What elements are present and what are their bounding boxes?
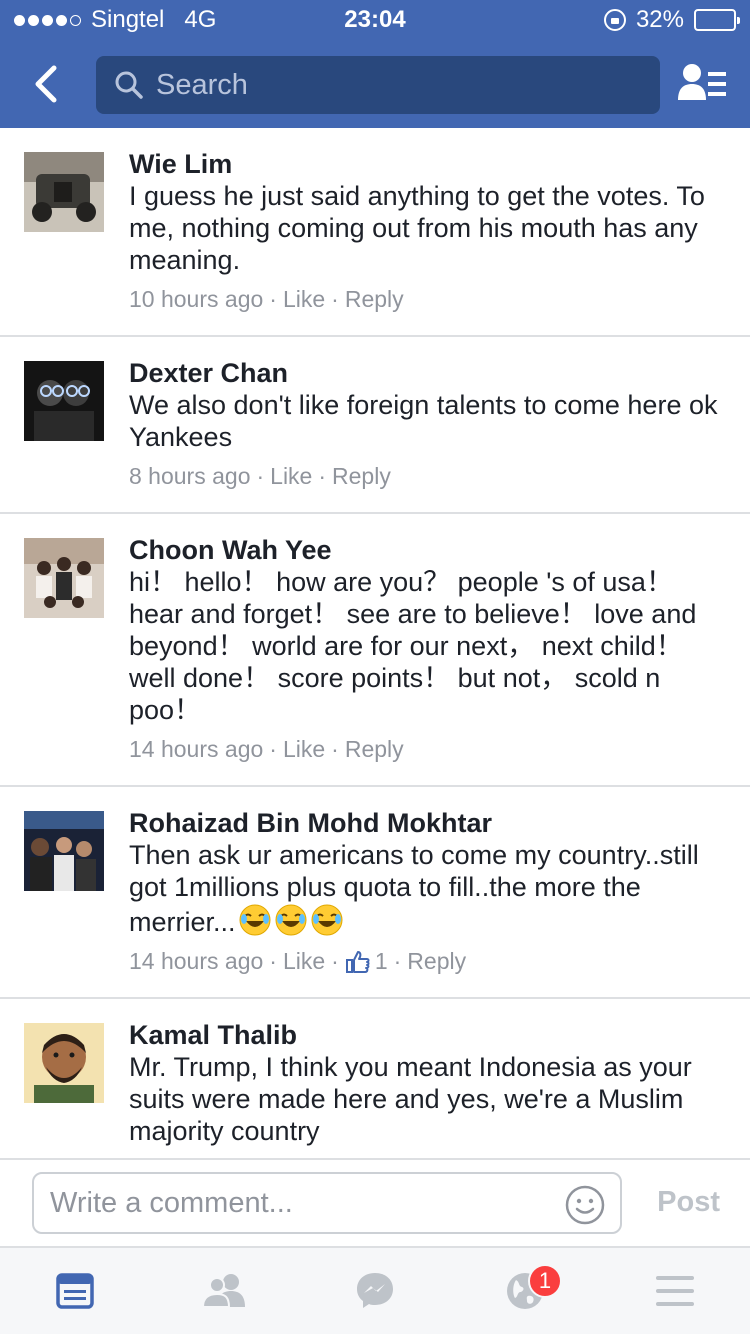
reply-link[interactable]: Reply bbox=[345, 736, 404, 763]
search-input[interactable]: Search bbox=[96, 56, 660, 114]
like-count-value: 1 bbox=[374, 948, 388, 974]
menu-icon bbox=[656, 1276, 694, 1306]
comment-text: Then ask ur americans to come my country… bbox=[129, 839, 730, 938]
like-link[interactable]: Like bbox=[283, 736, 325, 763]
notification-badge: 1 bbox=[528, 1264, 562, 1298]
messenger-icon bbox=[357, 1273, 393, 1308]
battery-icon bbox=[694, 9, 740, 31]
comment-time: 10 hours ago bbox=[129, 286, 264, 312]
comment-composer: Write a comment... Post bbox=[0, 1158, 750, 1246]
back-button[interactable] bbox=[22, 60, 68, 108]
comment-input[interactable]: Write a comment... bbox=[32, 1172, 622, 1234]
tab-news-feed[interactable] bbox=[0, 1248, 150, 1334]
laughing-emoji-icon bbox=[308, 904, 344, 937]
comment-placeholder: Write a comment... bbox=[50, 1186, 293, 1219]
like-count[interactable]: 1 bbox=[345, 948, 388, 975]
separator: · bbox=[256, 463, 265, 489]
separator: · bbox=[393, 948, 402, 974]
comment-text: Mr. Trump, I think you meant Indonesia a… bbox=[129, 1052, 692, 1146]
like-link[interactable]: Like bbox=[283, 286, 325, 313]
separator: · bbox=[269, 286, 277, 312]
comment-item: Dexter Chan We also don't like foreign t… bbox=[0, 337, 750, 514]
separator: · bbox=[331, 948, 339, 974]
emoji-picker-button[interactable] bbox=[564, 1184, 606, 1231]
comment-time: 14 hours ago bbox=[129, 948, 264, 974]
comment-text: We also don't like foreign talents to co… bbox=[129, 390, 718, 452]
like-link[interactable]: Like bbox=[283, 948, 325, 975]
rotation-lock-icon bbox=[603, 9, 626, 31]
friend-requests-icon bbox=[201, 1274, 245, 1308]
avatar[interactable] bbox=[24, 811, 104, 891]
like-link[interactable]: Like bbox=[270, 463, 312, 490]
smiley-icon bbox=[565, 1185, 605, 1225]
comment-author[interactable]: Choon Wah Yee bbox=[129, 534, 730, 566]
tab-more[interactable] bbox=[600, 1248, 750, 1334]
separator: · bbox=[331, 286, 339, 312]
battery-percent: 32% bbox=[635, 6, 684, 33]
comment-time: 8 hours ago bbox=[129, 463, 251, 489]
comment-meta: 8 hours ago · Like · Reply bbox=[129, 463, 730, 490]
avatar[interactable] bbox=[24, 1023, 104, 1103]
separator: · bbox=[269, 948, 277, 974]
search-icon bbox=[115, 71, 143, 99]
comment-item: Wie Lim I guess he just said anything to… bbox=[0, 128, 750, 337]
search-placeholder: Search bbox=[156, 68, 248, 101]
reply-link[interactable]: Reply bbox=[407, 948, 466, 975]
friends-list-button[interactable] bbox=[676, 60, 728, 108]
tab-notifications[interactable]: 1 bbox=[450, 1248, 600, 1334]
reply-link[interactable]: Reply bbox=[345, 286, 404, 313]
comment-text: hi！ hello！ how are you？ people 's of usa… bbox=[129, 567, 697, 725]
friends-list-icon bbox=[678, 64, 726, 100]
comment-list: Wie Lim I guess he just said anything to… bbox=[0, 128, 750, 1158]
tab-friend-requests[interactable] bbox=[150, 1248, 300, 1334]
comment-item: Kamal Thalib Mr. Trump, I think you mean… bbox=[0, 999, 750, 1158]
tab-messenger[interactable] bbox=[300, 1248, 450, 1334]
comment-text-content: Then ask ur americans to come my country… bbox=[129, 840, 699, 937]
comment-meta: 14 hours ago · Like · Reply bbox=[129, 736, 730, 763]
avatar[interactable] bbox=[24, 538, 104, 618]
top-bar: Singtel 4G 23:04 32% Search bbox=[0, 0, 750, 128]
laughing-emoji-icon bbox=[272, 904, 308, 937]
separator: · bbox=[318, 463, 327, 489]
comment-item: Rohaizad Bin Mohd Mokhtar Then ask ur am… bbox=[0, 787, 750, 999]
separator: · bbox=[331, 736, 339, 762]
reply-link[interactable]: Reply bbox=[332, 463, 391, 490]
nav-row: Search bbox=[0, 40, 750, 128]
thumbs-up-icon bbox=[345, 950, 370, 973]
comment-author[interactable]: Wie Lim bbox=[129, 148, 730, 180]
status-right: 32% bbox=[603, 6, 740, 34]
comment-author[interactable]: Rohaizad Bin Mohd Mokhtar bbox=[129, 807, 730, 839]
comment-meta: 10 hours ago · Like · Reply bbox=[129, 286, 730, 313]
avatar[interactable] bbox=[24, 361, 104, 441]
comment-time: 14 hours ago bbox=[129, 736, 264, 762]
separator: · bbox=[269, 736, 277, 762]
avatar[interactable] bbox=[24, 152, 104, 232]
comment-meta: 14 hours ago · Like · 1 · Reply bbox=[129, 948, 730, 975]
comment-item: Choon Wah Yee hi！ hello！ how are you？ pe… bbox=[0, 514, 750, 787]
status-bar: Singtel 4G 23:04 32% bbox=[0, 0, 750, 40]
post-button[interactable]: Post bbox=[657, 1186, 720, 1219]
comment-author[interactable]: Kamal Thalib bbox=[129, 1019, 730, 1051]
comment-text: I guess he just said anything to get the… bbox=[129, 181, 705, 275]
chevron-left-icon bbox=[35, 65, 57, 103]
news-feed-icon bbox=[56, 1273, 94, 1309]
laughing-emoji-icon bbox=[236, 904, 272, 937]
comment-author[interactable]: Dexter Chan bbox=[129, 357, 730, 389]
tab-bar: 1 bbox=[0, 1246, 750, 1334]
